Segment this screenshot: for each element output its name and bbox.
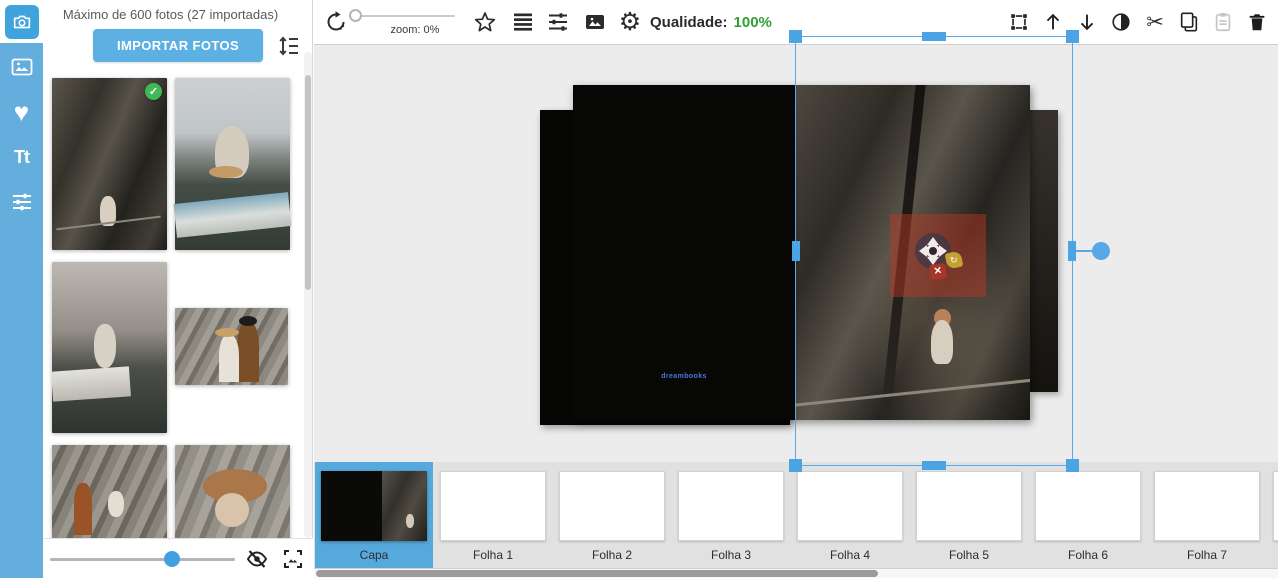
page-label: Folha 4 <box>791 548 909 562</box>
page-tile-folha-5[interactable]: Folha 5 <box>910 462 1028 568</box>
page-tile-partial[interactable] <box>1267 462 1278 568</box>
line-spacing-icon <box>277 34 301 58</box>
page-tile-folha-6[interactable]: Folha 6 <box>1029 462 1147 568</box>
hide-used-photos-button[interactable] <box>245 547 269 571</box>
resize-handle-left[interactable] <box>792 241 800 261</box>
text-tool-icon: Tt <box>14 147 29 168</box>
cut-button[interactable]: ✂ <box>1144 9 1166 35</box>
zoom-slider-handle[interactable] <box>349 9 362 22</box>
photo-thumbnail-woman-in-boat[interactable] <box>175 78 290 250</box>
layouts-button[interactable] <box>510 0 536 44</box>
import-photos-button[interactable]: IMPORTAR FOTOS <box>93 29 263 62</box>
photo-thumbnail-couple-marble[interactable] <box>175 308 288 385</box>
page-label: Folha 5 <box>910 548 1028 562</box>
sidebar-item-text[interactable]: Tt <box>0 140 43 174</box>
page-label: Folha 6 <box>1029 548 1147 562</box>
paste-button-disabled[interactable] <box>1212 9 1234 35</box>
selection-box[interactable] <box>795 36 1073 466</box>
photobook-editor: ♥ Tt Máximo de 600 fotos (27 importadas)… <box>0 0 1278 578</box>
photo-thumbnail-rock-canyon-couple[interactable]: ✓ <box>52 78 167 250</box>
page-tile-folha-3[interactable]: Folha 3 <box>672 462 790 568</box>
resize-handle-bottom-left[interactable] <box>789 459 802 472</box>
fit-image-icon <box>281 547 305 571</box>
send-backward-button[interactable] <box>1076 9 1098 35</box>
camera-icon <box>11 11 33 33</box>
quality-indicator: Qualidade: 100% <box>650 0 772 44</box>
resize-handle-top-right[interactable] <box>1066 30 1079 43</box>
resize-handle-bottom-right[interactable] <box>1066 459 1079 472</box>
transform-button[interactable] <box>1008 9 1030 35</box>
page-tile-folha-4[interactable]: Folha 4 <box>791 462 909 568</box>
rotate-button[interactable] <box>323 0 349 44</box>
camera-button[interactable] <box>5 5 39 39</box>
page-label: Capa <box>315 548 433 562</box>
sidebar-item-favorites[interactable]: ♥ <box>0 95 43 129</box>
thumbnail-size-slider-handle[interactable] <box>164 551 180 567</box>
tune-button[interactable] <box>545 0 571 44</box>
photo-thumbnail-hat-woman[interactable] <box>175 445 290 545</box>
photo-count-text: Máximo de 600 fotos (27 importadas) <box>43 7 298 22</box>
quality-value: 100% <box>734 14 772 31</box>
zoom-slider[interactable] <box>355 15 455 17</box>
cut-icon: ✂ <box>1146 12 1164 33</box>
copy-button[interactable] <box>1178 9 1200 35</box>
settings-button[interactable]: ⚙ <box>617 0 643 44</box>
photo-thumbnail-man-rock[interactable] <box>52 445 167 545</box>
delete-button[interactable] <box>1246 9 1268 35</box>
page-label: Folha 1 <box>434 548 552 562</box>
photo-thumbnail-woman-sitting[interactable] <box>52 262 167 433</box>
rotate-handle[interactable] <box>1092 242 1110 260</box>
resize-handle-top-left[interactable] <box>789 30 802 43</box>
brand-logo: dreambooks <box>573 373 795 380</box>
page-tile-folha-7[interactable]: Folha 7 <box>1148 462 1266 568</box>
sidebar-item-adjustments[interactable] <box>0 185 43 219</box>
page-label: Folha 2 <box>553 548 671 562</box>
heart-icon: ♥ <box>14 99 29 125</box>
sort-order-button[interactable] <box>277 34 301 58</box>
page-label: Folha 7 <box>1148 548 1266 562</box>
page-tile-capa[interactable]: Capa <box>315 462 433 568</box>
page-tile-folha-2[interactable]: Folha 2 <box>553 462 671 568</box>
photos-icon <box>10 55 34 79</box>
filmstrip-scrollbar[interactable] <box>314 568 1278 578</box>
resize-handle-bottom[interactable] <box>922 461 946 470</box>
settings-icon: ⚙ <box>619 10 641 35</box>
photo-library-panel: Máximo de 600 fotos (27 importadas) IMPO… <box>43 0 313 578</box>
fit-image-button[interactable] <box>281 547 305 571</box>
zoom-value-label: zoom: 0% <box>370 24 460 36</box>
page-tile-folha-1[interactable]: Folha 1 <box>434 462 552 568</box>
pages-filmstrip: Capa Folha 1 Folha 2 Folha 3 Folha 4 Fol… <box>314 462 1278 568</box>
sidebar-item-photos[interactable] <box>0 50 43 84</box>
thumbnail-size-slider[interactable] <box>50 558 235 561</box>
background-image-button[interactable] <box>582 0 608 44</box>
page-thumb-capa[interactable] <box>321 471 427 541</box>
filters-button[interactable] <box>1110 9 1132 35</box>
resize-handle-top[interactable] <box>922 32 946 41</box>
panel-scrollbar-thumb[interactable] <box>305 75 311 290</box>
bring-forward-button[interactable] <box>1042 9 1064 35</box>
quality-label: Qualidade: <box>650 14 728 31</box>
hide-used-photos-icon <box>245 547 269 571</box>
adjustments-icon <box>10 190 34 214</box>
resize-handle-right[interactable] <box>1068 241 1076 261</box>
panel-footer <box>43 538 313 578</box>
left-rail: ♥ Tt <box>0 0 43 578</box>
panel-scrollbar[interactable] <box>304 52 312 538</box>
favorite-button[interactable] <box>472 0 498 44</box>
page-label: Folha 3 <box>672 548 790 562</box>
used-check-icon: ✓ <box>145 83 162 100</box>
filmstrip-scrollbar-thumb[interactable] <box>316 570 878 577</box>
editor-stage: zoom: 0% ⚙ Qualidade: 100% <box>314 0 1278 578</box>
